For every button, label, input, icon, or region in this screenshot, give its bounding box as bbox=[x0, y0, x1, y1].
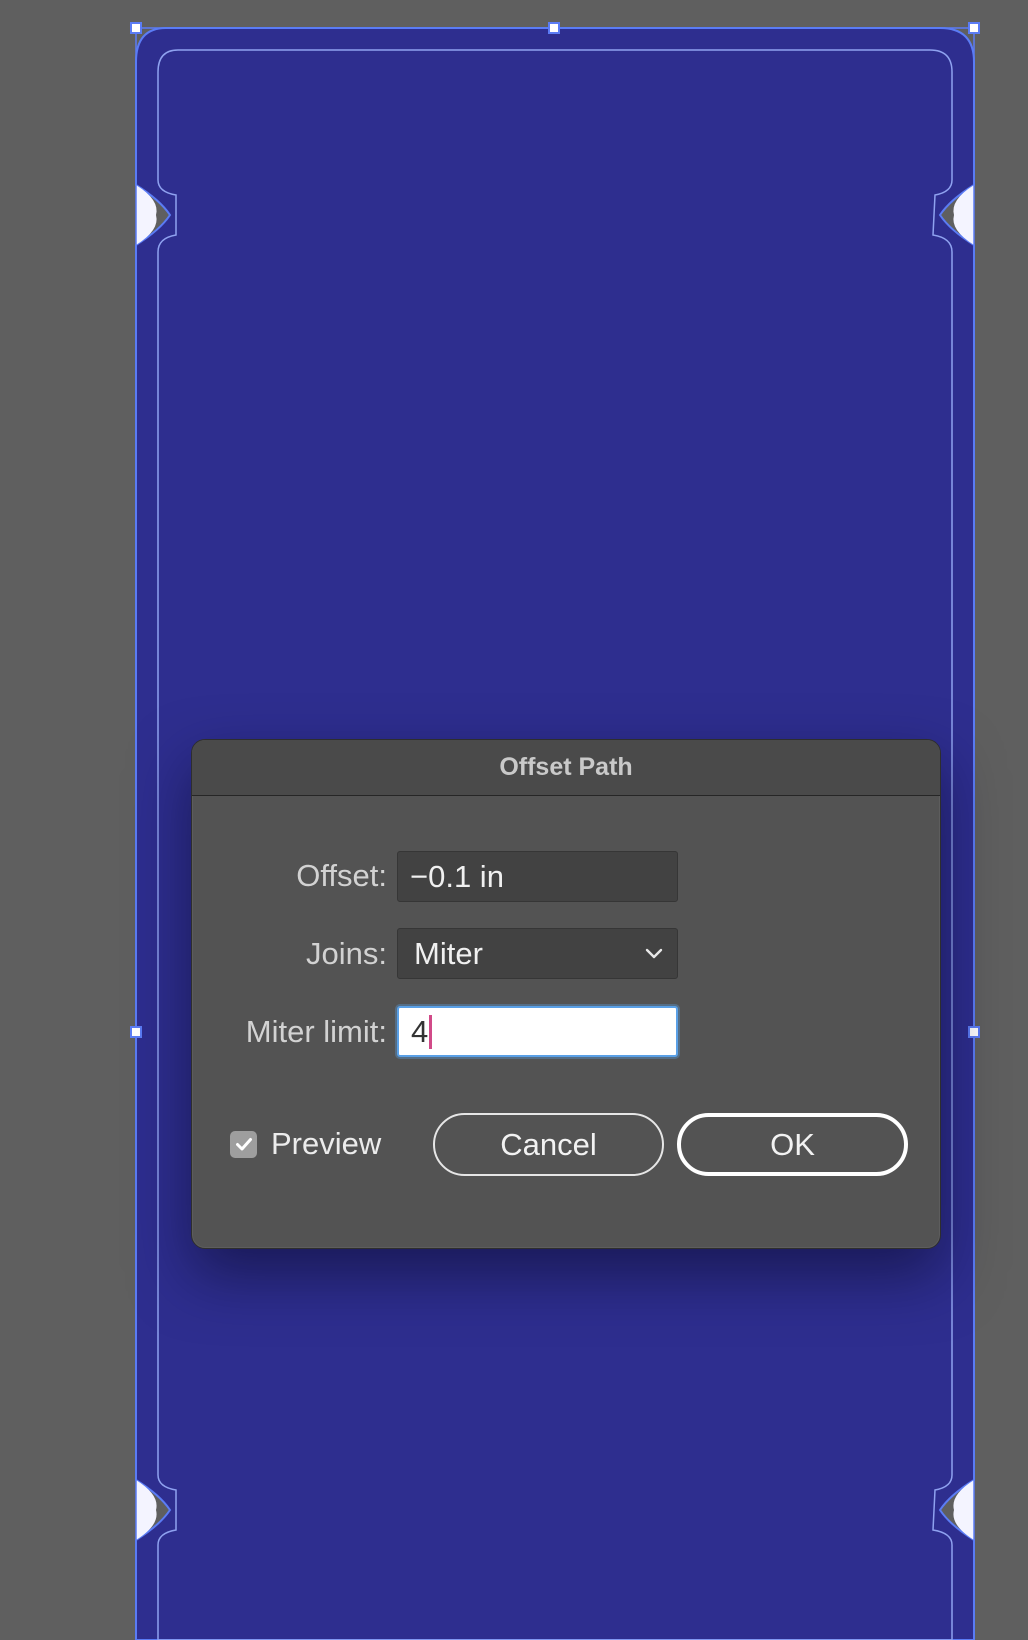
handle-top-left[interactable] bbox=[130, 22, 142, 34]
joins-dropdown[interactable]: Miter bbox=[397, 928, 678, 979]
offset-label: Offset: bbox=[296, 858, 387, 893]
handle-middle-right[interactable] bbox=[968, 1026, 980, 1038]
dialog-title: Offset Path bbox=[499, 753, 633, 781]
preview-checkbox[interactable] bbox=[230, 1130, 257, 1158]
chevron-down-icon bbox=[645, 948, 663, 959]
cancel-button[interactable]: Cancel bbox=[433, 1113, 664, 1176]
handle-top-center[interactable] bbox=[548, 22, 560, 34]
joins-value: Miter bbox=[414, 935, 483, 971]
miter-limit-value: 4 bbox=[411, 1013, 429, 1049]
handle-middle-left[interactable] bbox=[130, 1026, 142, 1038]
preview-label[interactable]: Preview bbox=[271, 1126, 381, 1162]
offset-path-dialog: Offset Path Offset: −0.1 in Joins: Miter… bbox=[191, 739, 941, 1249]
miter-limit-input[interactable]: 4 bbox=[397, 1006, 678, 1057]
preview-checkbox-group[interactable]: Preview bbox=[230, 1126, 381, 1162]
dialog-titlebar[interactable]: Offset Path bbox=[192, 740, 940, 796]
ok-button[interactable]: OK bbox=[677, 1113, 908, 1176]
offset-input[interactable]: −0.1 in bbox=[397, 851, 678, 902]
joins-label: Joins: bbox=[306, 936, 387, 971]
offset-value: −0.1 in bbox=[410, 858, 504, 894]
text-cursor bbox=[429, 1014, 433, 1049]
miter-limit-label: Miter limit: bbox=[245, 1014, 387, 1049]
checkmark-icon bbox=[235, 1138, 252, 1151]
handle-top-right[interactable] bbox=[968, 22, 980, 34]
